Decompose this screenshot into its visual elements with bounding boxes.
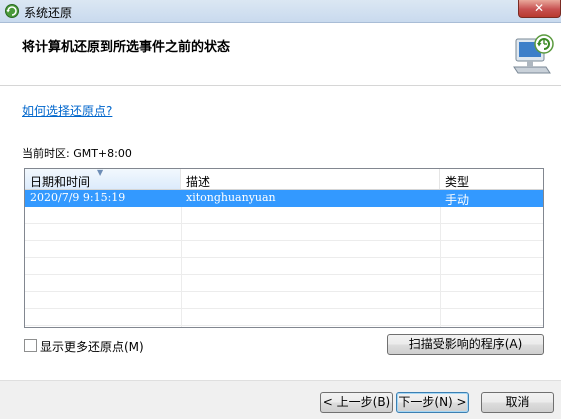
back-button[interactable]: < 上一步(B)	[320, 392, 393, 413]
empty-row	[25, 241, 543, 258]
show-more-label: 显示更多还原点(M)	[40, 340, 144, 354]
column-header-type[interactable]: 类型	[440, 169, 543, 189]
empty-row	[25, 258, 543, 275]
empty-row	[25, 309, 543, 326]
wizard-content: 如何选择还原点? 当前时区: GMT+8:00 ▼ 日期和时间 描述 类型 20…	[0, 86, 561, 380]
close-icon: ✕	[534, 1, 545, 15]
column-header-description[interactable]: 描述	[181, 169, 440, 189]
cell-date: 2020/7/9 9:15:19	[30, 191, 126, 204]
scan-affected-programs-button[interactable]: 扫描受影响的程序(A)	[387, 334, 544, 355]
help-link[interactable]: 如何选择还原点?	[22, 102, 112, 119]
show-more-checkbox[interactable]	[24, 339, 37, 352]
empty-row	[25, 207, 543, 224]
window-title: 系统还原	[24, 6, 73, 20]
system-restore-icon	[5, 4, 19, 18]
computer-restore-icon	[513, 34, 554, 74]
empty-row	[25, 224, 543, 241]
empty-row	[25, 275, 543, 292]
column-header-date[interactable]: ▼ 日期和时间	[25, 169, 181, 189]
page-title: 将计算机还原到所选事件之前的状态	[22, 40, 231, 55]
restore-points-table: ▼ 日期和时间 描述 类型 2020/7/9 9:15:19 xitonghuan…	[24, 168, 544, 328]
table-row[interactable]: 2020/7/9 9:15:19 xitonghuanyuan 手动	[25, 190, 543, 207]
sort-arrow-icon: ▼	[97, 168, 104, 177]
cancel-button[interactable]: 取消	[481, 392, 554, 413]
timezone-label: 当前时区: GMT+8:00	[22, 147, 132, 160]
wizard-header: 将计算机还原到所选事件之前的状态	[0, 23, 561, 86]
cell-type: 手动	[445, 193, 470, 207]
table-header: ▼ 日期和时间 描述 类型	[25, 169, 543, 190]
empty-row	[25, 292, 543, 309]
title-bar: 系统还原 ✕	[0, 0, 561, 23]
close-button[interactable]: ✕	[518, 0, 561, 18]
cell-description: xitonghuanyuan	[186, 191, 276, 204]
next-button[interactable]: 下一步(N) >	[396, 392, 469, 413]
wizard-footer: < 上一步(B) 下一步(N) > 取消	[0, 380, 561, 419]
